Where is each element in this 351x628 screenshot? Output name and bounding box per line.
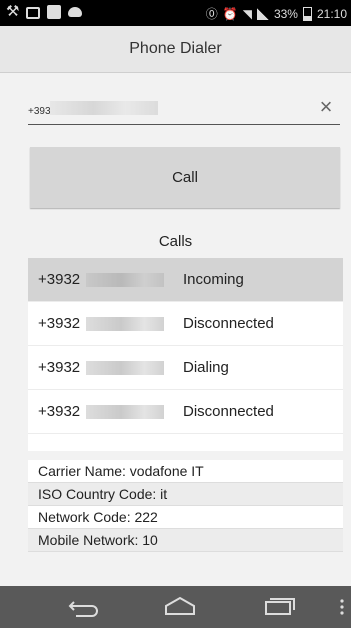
recent-apps-icon[interactable]	[258, 594, 298, 620]
redacted-number	[86, 361, 164, 375]
call-number: +3932	[38, 359, 81, 376]
status-bar: ⚒ ⓪ ⏰ ◥ 33% 21:10	[0, 0, 351, 26]
call-status: Disconnected	[183, 403, 274, 420]
call-number: +3932	[38, 403, 81, 420]
home-icon[interactable]	[160, 594, 200, 620]
phone-number-field[interactable]: ×	[28, 96, 340, 125]
status-system: ⓪ ⏰ ◥ 33% 21:10	[206, 5, 347, 22]
iso-country-code: ISO Country Code: it	[28, 483, 343, 506]
mobile-network: Mobile Network: 10	[28, 529, 343, 552]
clock: 21:10	[316, 6, 347, 21]
redacted-number	[86, 273, 164, 287]
battery-icon	[302, 6, 312, 21]
redacted-number	[86, 317, 164, 331]
cloud-icon	[68, 7, 83, 17]
clear-icon[interactable]: ×	[316, 96, 336, 118]
mail-icon	[26, 7, 41, 19]
app-title: Phone Dialer	[129, 40, 222, 57]
signal-icon	[256, 7, 269, 20]
overflow-menu-icon[interactable]	[336, 594, 348, 620]
alarm-icon: ⏰	[222, 6, 238, 21]
call-number: +3932	[38, 271, 81, 288]
call-button[interactable]: Call	[30, 147, 340, 208]
call-row[interactable]: +3932 Disconnected	[28, 302, 343, 346]
call-row[interactable]: +3932 Incoming	[28, 258, 343, 302]
redacted-number	[50, 101, 158, 115]
call-status: Disconnected	[183, 315, 274, 332]
calls-list: +3932 Incoming +3932 Disconnected +3932 …	[28, 258, 343, 451]
redacted-number	[86, 405, 164, 419]
call-status: Dialing	[183, 359, 229, 376]
app-title-bar: Phone Dialer	[0, 26, 351, 73]
call-status: Incoming	[183, 271, 244, 288]
navigation-bar	[0, 586, 351, 628]
wifi-icon: ◥	[242, 6, 252, 21]
carrier-name: Carrier Name: vodafone IT	[28, 460, 343, 483]
back-icon[interactable]	[64, 594, 104, 620]
call-number: +3932	[38, 315, 81, 332]
list-footer	[28, 434, 343, 451]
facebook-icon	[47, 5, 62, 19]
nfc-icon: ⓪	[205, 7, 218, 21]
notification-icon: ⚒	[6, 3, 20, 20]
network-info: Carrier Name: vodafone IT ISO Country Co…	[28, 460, 343, 552]
status-notifications: ⚒	[6, 3, 83, 20]
call-row[interactable]: +3932 Dialing	[28, 346, 343, 390]
calls-heading: Calls	[158, 233, 193, 250]
network-code: Network Code: 222	[28, 506, 343, 529]
call-row[interactable]: +3932 Disconnected	[28, 390, 343, 434]
battery-percent: 33%	[273, 6, 298, 21]
